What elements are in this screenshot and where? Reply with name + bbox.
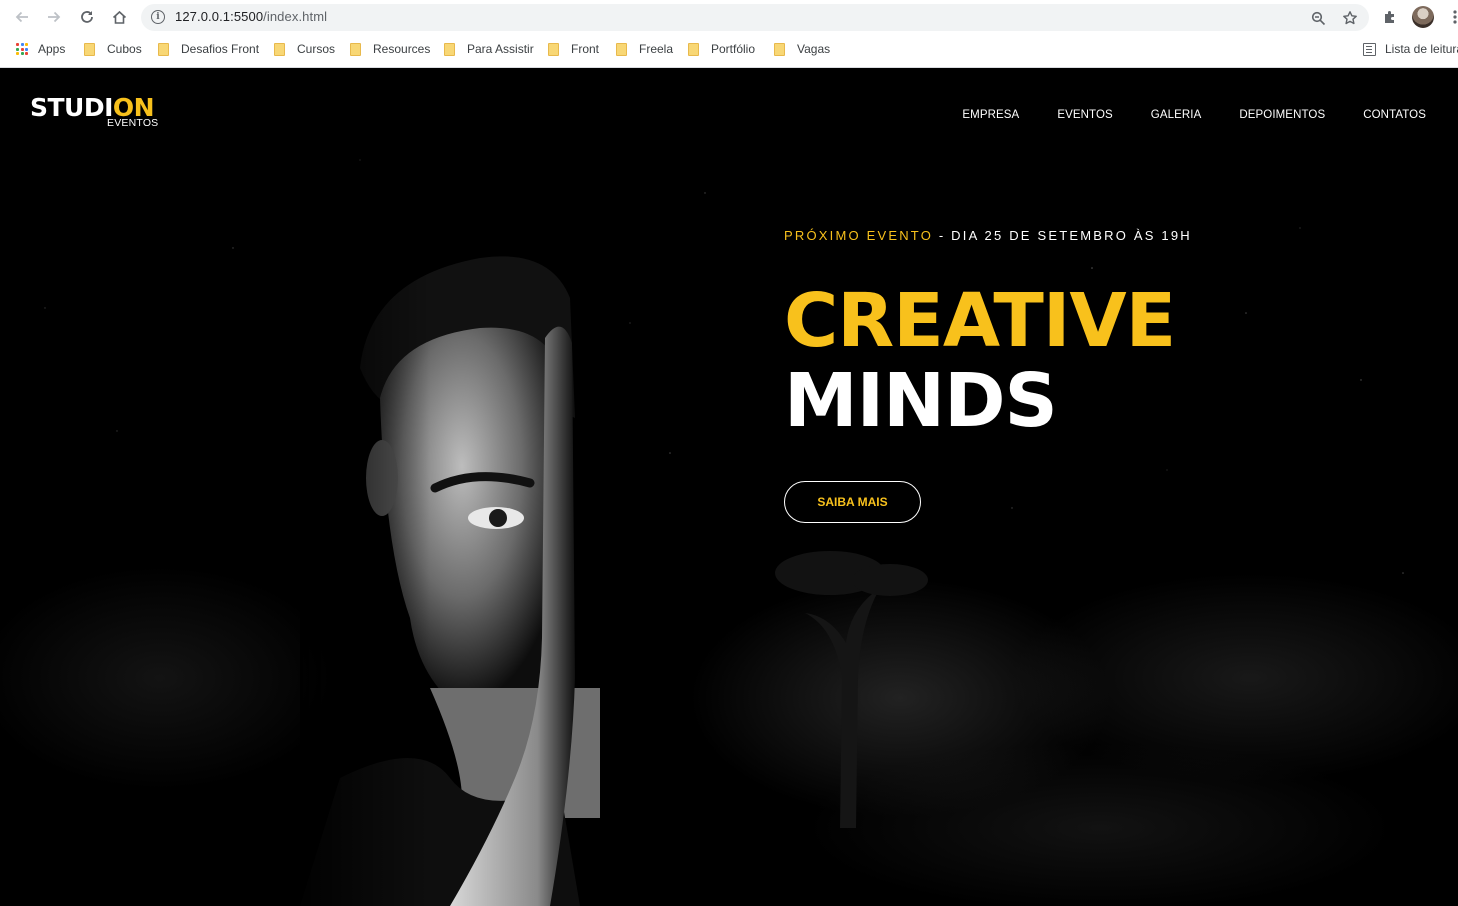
logo-subtitle: EVENTOS xyxy=(107,117,159,129)
hero-portrait-image xyxy=(300,218,820,906)
site-info-icon[interactable]: i xyxy=(151,10,165,24)
reading-list-icon xyxy=(1363,42,1376,56)
folder-icon xyxy=(350,42,361,56)
bookmark-folder[interactable]: Para Assistir xyxy=(444,40,534,58)
bookmark-folder[interactable]: Vagas xyxy=(774,40,830,58)
next-event-label: PRÓXIMO EVENTO - DIA 25 DE SETEMBRO ÀS 1… xyxy=(784,228,1192,243)
main-nav: EMPRESA EVENTOS GALERIA DEPOIMENTOS CONT… xyxy=(962,109,1426,121)
browser-toolbar: i 127.0.0.1:5500/index.html xyxy=(0,0,1458,34)
nav-item-contatos[interactable]: CONTATOS xyxy=(1363,109,1426,121)
folder-icon xyxy=(774,42,785,56)
bookmark-apps[interactable]: Apps xyxy=(16,40,65,58)
bookmark-folder[interactable]: Desafios Front xyxy=(158,40,259,58)
folder-icon xyxy=(158,42,169,56)
menu-kebab-icon[interactable] xyxy=(1443,5,1458,29)
bookmark-folder[interactable]: Freela xyxy=(616,40,673,58)
address-bar[interactable]: i 127.0.0.1:5500/index.html xyxy=(141,4,1369,31)
reload-icon[interactable] xyxy=(75,5,99,29)
home-icon[interactable] xyxy=(107,5,131,29)
extensions-icon[interactable] xyxy=(1378,5,1402,29)
web-page: STUDION EVENTOS EMPRESA EVENTOS GALERIA … xyxy=(0,68,1458,906)
bookmark-folder[interactable]: Cubos xyxy=(84,40,142,58)
folder-icon xyxy=(548,42,559,56)
zoom-icon[interactable] xyxy=(1309,9,1327,27)
back-icon[interactable] xyxy=(10,5,34,29)
site-logo[interactable]: STUDION EVENTOS xyxy=(30,95,158,129)
browser-chrome: i 127.0.0.1:5500/index.html Apps Cubos D… xyxy=(0,0,1458,68)
folder-icon xyxy=(84,42,95,56)
reading-list-button[interactable]: Lista de leitura xyxy=(1363,40,1458,58)
hero-headline: CREATIVE MINDS xyxy=(784,278,1176,444)
folder-icon xyxy=(616,42,627,56)
bookmark-folder[interactable]: Resources xyxy=(350,40,430,58)
bookmark-star-icon[interactable] xyxy=(1341,9,1359,27)
nav-item-depoimentos[interactable]: DEPOIMENTOS xyxy=(1239,109,1325,121)
folder-icon xyxy=(274,42,285,56)
forward-icon[interactable] xyxy=(42,5,66,29)
nav-item-empresa[interactable]: EMPRESA xyxy=(962,109,1019,121)
bookmark-folder[interactable]: Cursos xyxy=(274,40,335,58)
profile-avatar[interactable] xyxy=(1412,6,1434,28)
url-text: 127.0.0.1:5500/index.html xyxy=(175,9,328,24)
folder-icon xyxy=(444,42,455,56)
folder-icon xyxy=(688,42,699,56)
bookmark-folder[interactable]: Front xyxy=(548,40,599,58)
bookmarks-bar: Apps Cubos Desafios Front Cursos Resourc… xyxy=(0,36,1458,62)
nav-item-eventos[interactable]: EVENTOS xyxy=(1057,109,1112,121)
apps-grid-icon xyxy=(16,43,28,55)
nav-item-galeria[interactable]: GALERIA xyxy=(1151,109,1202,121)
hero-section: PRÓXIMO EVENTO - DIA 25 DE SETEMBRO ÀS 1… xyxy=(784,228,1192,523)
saiba-mais-button[interactable]: SAIBA MAIS xyxy=(784,481,921,523)
bookmark-folder[interactable]: Portfólio xyxy=(688,40,755,58)
